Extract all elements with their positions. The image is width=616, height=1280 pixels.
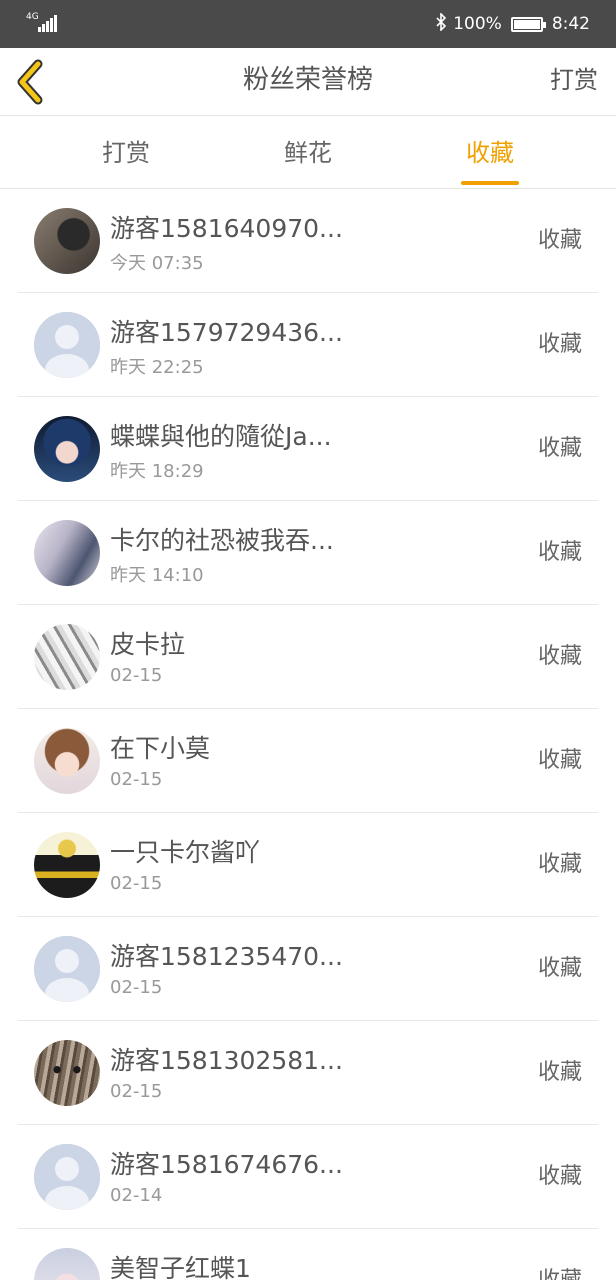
list-item[interactable]: 游客1581674676... 02-14 收藏 bbox=[0, 1125, 616, 1229]
list-item[interactable]: 卡尔的社恐被我吞... 昨天 14:10 收藏 bbox=[0, 501, 616, 605]
action-label: 收藏 bbox=[538, 1229, 582, 1280]
timestamp: 02-14 bbox=[110, 1185, 163, 1206]
clock: 8:42 bbox=[551, 14, 590, 34]
list-item[interactable]: 一只卡尔酱吖 02-15 收藏 bbox=[0, 813, 616, 917]
network-type: 4G bbox=[26, 12, 39, 22]
default-avatar-icon bbox=[34, 312, 100, 378]
tab-label: 鲜花 bbox=[284, 139, 332, 167]
page-title: 粉丝荣誉榜 bbox=[242, 65, 373, 95]
avatar bbox=[34, 728, 100, 794]
user-name: 游客1581235470... bbox=[110, 942, 343, 971]
list-item[interactable]: 皮卡拉 02-15 收藏 bbox=[0, 605, 616, 709]
list-item[interactable]: 游客1579729436... 昨天 22:25 收藏 bbox=[0, 293, 616, 397]
avatar bbox=[34, 520, 100, 586]
action-label: 收藏 bbox=[537, 956, 582, 981]
timestamp: 02-15 bbox=[110, 1081, 163, 1102]
bluetooth-icon bbox=[435, 12, 447, 35]
avatar bbox=[34, 1248, 100, 1280]
action-label: 收藏 bbox=[537, 436, 582, 461]
action-label: 收藏 bbox=[537, 332, 582, 357]
user-name: 游客1581302581... bbox=[110, 1046, 343, 1075]
tab-reward[interactable]: 打赏 bbox=[96, 117, 156, 189]
timestamp: 02-15 bbox=[110, 665, 163, 686]
action-label: 收藏 bbox=[537, 644, 582, 669]
timestamp: 今天 07:35 bbox=[110, 253, 204, 274]
default-avatar-icon bbox=[34, 1144, 100, 1210]
list-item[interactable]: 蝶蝶與他的隨從Ja... 昨天 18:29 收藏 bbox=[0, 397, 616, 501]
avatar bbox=[34, 1144, 100, 1210]
avatar bbox=[34, 1040, 100, 1106]
user-name: 游客1581640970... bbox=[110, 214, 343, 243]
list-item[interactable]: 游客1581640970... 今天 07:35 收藏 bbox=[0, 189, 616, 293]
timestamp: 02-15 bbox=[110, 769, 163, 790]
avatar bbox=[34, 624, 100, 690]
reward-button[interactable]: 打赏 bbox=[550, 48, 598, 116]
user-name: 皮卡拉 bbox=[110, 630, 186, 659]
timestamp: 昨天 18:29 bbox=[110, 461, 204, 482]
fan-list: 游客1581640970... 今天 07:35 收藏 游客1579729436… bbox=[0, 189, 616, 1280]
status-bar: 4G 100% 8:42 bbox=[0, 0, 616, 48]
action-label: 收藏 bbox=[537, 1164, 582, 1189]
user-name: 卡尔的社恐被我吞... bbox=[110, 526, 334, 555]
list-item[interactable]: 游客1581235470... 02-15 收藏 bbox=[0, 917, 616, 1021]
tab-label: 打赏 bbox=[102, 139, 150, 167]
action-label: 收藏 bbox=[537, 1060, 582, 1085]
action-label: 收藏 bbox=[537, 228, 582, 253]
default-avatar-icon bbox=[34, 936, 100, 1002]
action-label: 收藏 bbox=[537, 540, 582, 565]
tab-label: 收藏 bbox=[466, 139, 514, 167]
tab-bar: 打赏 鲜花 收藏 bbox=[0, 117, 616, 189]
user-name: 美智子红蝶1 bbox=[110, 1254, 251, 1280]
user-name: 蝶蝶與他的隨從Ja... bbox=[110, 422, 332, 451]
list-item[interactable]: 美智子红蝶1 收藏 bbox=[0, 1229, 616, 1280]
timestamp: 昨天 14:10 bbox=[110, 565, 204, 586]
battery-percent: 100% bbox=[453, 14, 502, 34]
timestamp: 02-15 bbox=[110, 873, 163, 894]
signal-icon bbox=[38, 14, 58, 32]
status-right: 100% 8:42 bbox=[435, 12, 590, 36]
tab-favorites[interactable]: 收藏 bbox=[461, 117, 519, 189]
avatar bbox=[34, 936, 100, 1002]
tab-active-indicator bbox=[461, 181, 519, 185]
tab-flowers[interactable]: 鲜花 bbox=[278, 117, 338, 189]
user-name: 在下小莫 bbox=[110, 734, 211, 763]
timestamp: 02-15 bbox=[110, 977, 163, 998]
user-name: 游客1581674676... bbox=[110, 1150, 343, 1179]
list-item[interactable]: 在下小莫 02-15 收藏 bbox=[0, 709, 616, 813]
user-name: 一只卡尔酱吖 bbox=[110, 838, 261, 867]
avatar bbox=[34, 832, 100, 898]
list-item[interactable]: 游客1581302581... 02-15 收藏 bbox=[0, 1021, 616, 1125]
avatar bbox=[34, 312, 100, 378]
battery-icon bbox=[510, 16, 546, 32]
action-label: 收藏 bbox=[537, 852, 582, 877]
timestamp: 昨天 22:25 bbox=[110, 357, 204, 378]
action-label: 收藏 bbox=[537, 748, 582, 773]
avatar bbox=[34, 416, 100, 482]
avatar bbox=[34, 208, 100, 274]
user-name: 游客1579729436... bbox=[110, 318, 343, 347]
header: 粉丝荣誉榜 打赏 bbox=[0, 48, 616, 116]
